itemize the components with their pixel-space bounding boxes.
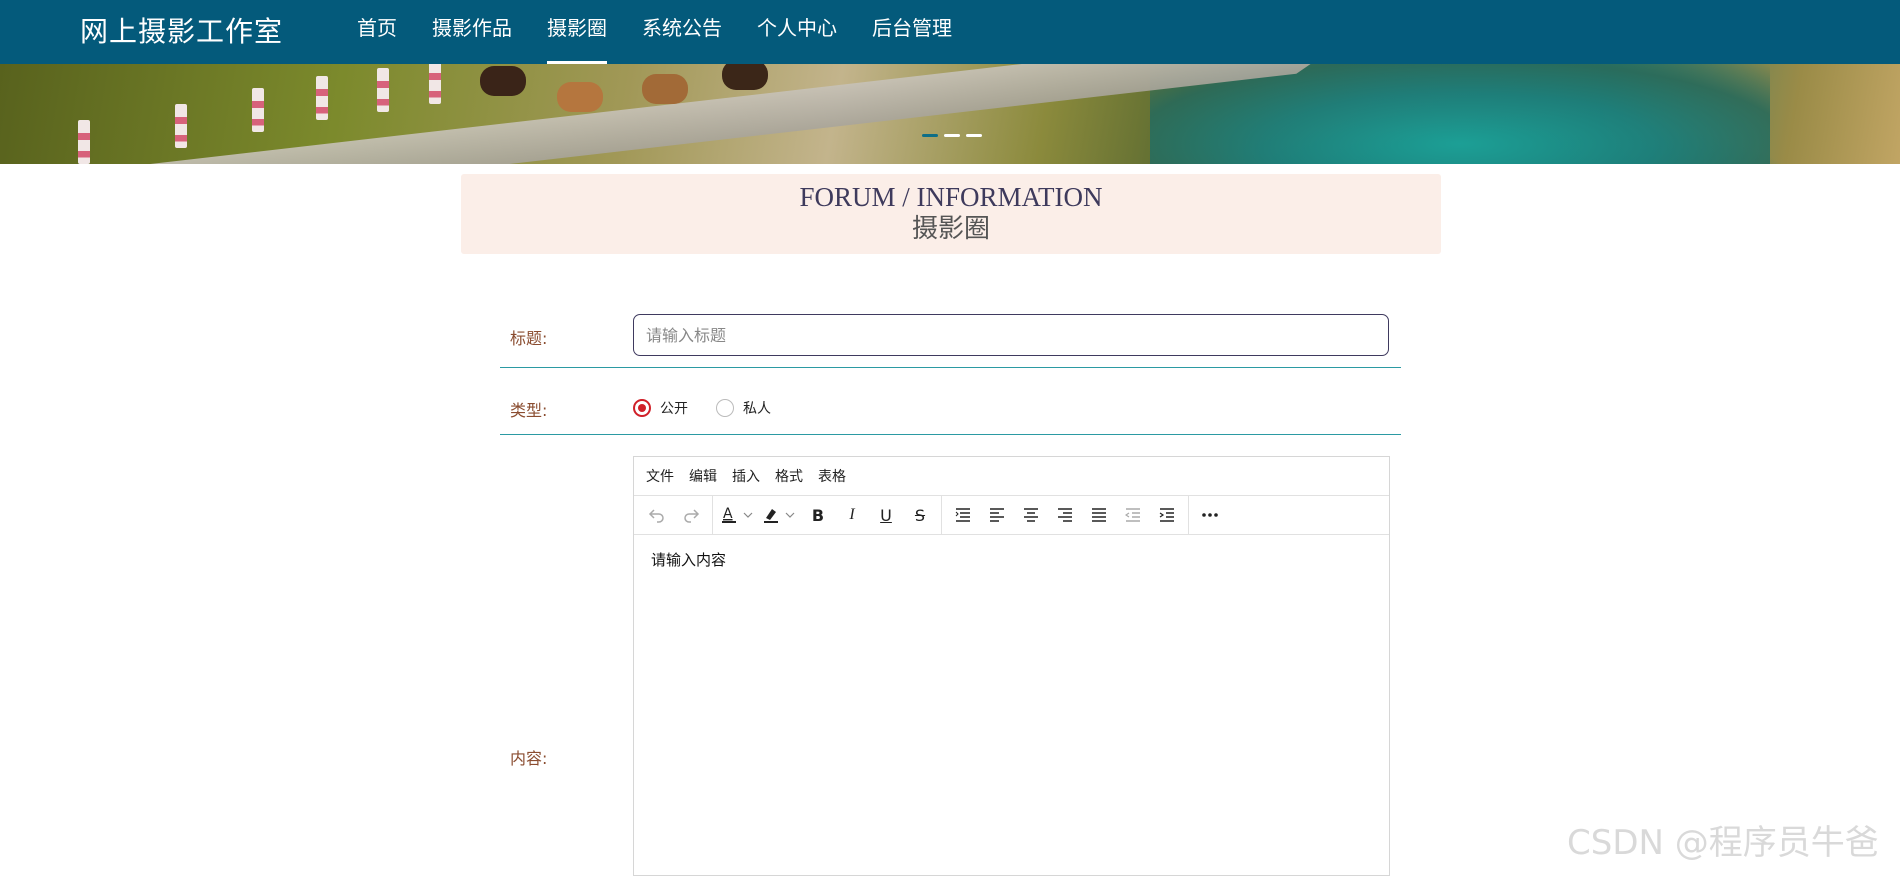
banner-cow [557, 82, 603, 112]
banner-post [175, 104, 187, 148]
menu-edit[interactable]: 编辑 [689, 466, 717, 486]
align-center-icon[interactable] [1014, 500, 1048, 530]
watermark: CSDN @程序员牛爸 [1567, 823, 1879, 863]
undo-icon[interactable] [640, 500, 674, 530]
banner-post [429, 64, 441, 104]
radio-unchecked-icon [716, 399, 734, 417]
section-title-cn: 摄影圈 [911, 214, 990, 243]
nav-item-photo-circle[interactable]: 摄影圈 [547, 0, 607, 64]
redo-icon[interactable] [674, 500, 708, 530]
svg-text:A: A [723, 506, 733, 522]
indent-icon[interactable] [1150, 500, 1184, 530]
section-title-en: FORUM / INFORMATION [799, 182, 1103, 212]
align-left-icon[interactable] [980, 500, 1014, 530]
toolbar-separator [941, 496, 942, 534]
background-color-icon[interactable] [759, 500, 801, 530]
toolbar-separator [1188, 496, 1189, 534]
title-label: 标题: [510, 329, 548, 348]
carousel-dot[interactable] [944, 134, 960, 137]
menu-file[interactable]: 文件 [646, 466, 674, 486]
form-divider [500, 367, 1401, 368]
banner-carousel[interactable] [0, 64, 1900, 164]
editor-content-area[interactable]: 请输入内容 [634, 535, 1389, 584]
nav-item-photo-works[interactable]: 摄影作品 [432, 0, 512, 64]
carousel-dot[interactable] [922, 134, 938, 137]
banner-post [316, 76, 328, 120]
nav-item-admin[interactable]: 后台管理 [872, 0, 952, 64]
line-height-icon[interactable] [946, 500, 980, 530]
menu-insert[interactable]: 插入 [732, 466, 760, 486]
editor-toolbar: A B I U S [634, 496, 1389, 535]
more-icon[interactable] [1193, 500, 1227, 530]
strikethrough-icon[interactable]: S [903, 500, 937, 530]
nav-item-announcements[interactable]: 系统公告 [642, 0, 722, 64]
radio-private-label: 私人 [743, 401, 771, 417]
outdent-icon[interactable] [1116, 500, 1150, 530]
banner-cow [722, 64, 768, 90]
carousel-indicators [922, 134, 982, 137]
nav-item-personal-center[interactable]: 个人中心 [757, 0, 837, 64]
banner-post [78, 120, 90, 164]
banner-post [252, 88, 264, 132]
radio-public-label: 公开 [660, 401, 688, 417]
banner-cow [480, 66, 526, 96]
title-input[interactable] [633, 314, 1389, 356]
menu-format[interactable]: 格式 [775, 466, 803, 486]
radio-public[interactable]: 公开 [633, 398, 688, 418]
type-label: 类型: [510, 401, 548, 420]
form-divider [500, 434, 1401, 435]
section-title-box: FORUM / INFORMATION 摄影圈 [461, 174, 1441, 254]
editor-menubar: 文件 编辑 插入 格式 表格 [634, 457, 1389, 496]
toolbar-separator [712, 496, 713, 534]
radio-checked-icon [633, 399, 651, 417]
content-label: 内容: [510, 749, 548, 768]
top-navbar: 网上摄影工作室 首页 摄影作品 摄影圈 系统公告 个人中心 后台管理 [0, 0, 1900, 64]
font-color-icon[interactable]: A [717, 500, 759, 530]
italic-icon[interactable]: I [835, 500, 869, 530]
align-right-icon[interactable] [1048, 500, 1082, 530]
banner-cow [642, 74, 688, 104]
bold-icon[interactable]: B [801, 500, 835, 530]
underline-icon[interactable]: U [869, 500, 903, 530]
rich-text-editor: 文件 编辑 插入 格式 表格 A B I U S 请输入内容 [633, 456, 1390, 876]
carousel-dot[interactable] [966, 134, 982, 137]
site-brand[interactable]: 网上摄影工作室 [80, 10, 283, 50]
radio-private[interactable]: 私人 [716, 398, 771, 418]
banner-post [377, 68, 389, 112]
main-nav: 首页 摄影作品 摄影圈 系统公告 个人中心 后台管理 [357, 0, 987, 64]
editor-placeholder: 请输入内容 [651, 551, 727, 569]
nav-item-home[interactable]: 首页 [357, 0, 397, 64]
menu-table[interactable]: 表格 [818, 466, 846, 486]
align-justify-icon[interactable] [1082, 500, 1116, 530]
